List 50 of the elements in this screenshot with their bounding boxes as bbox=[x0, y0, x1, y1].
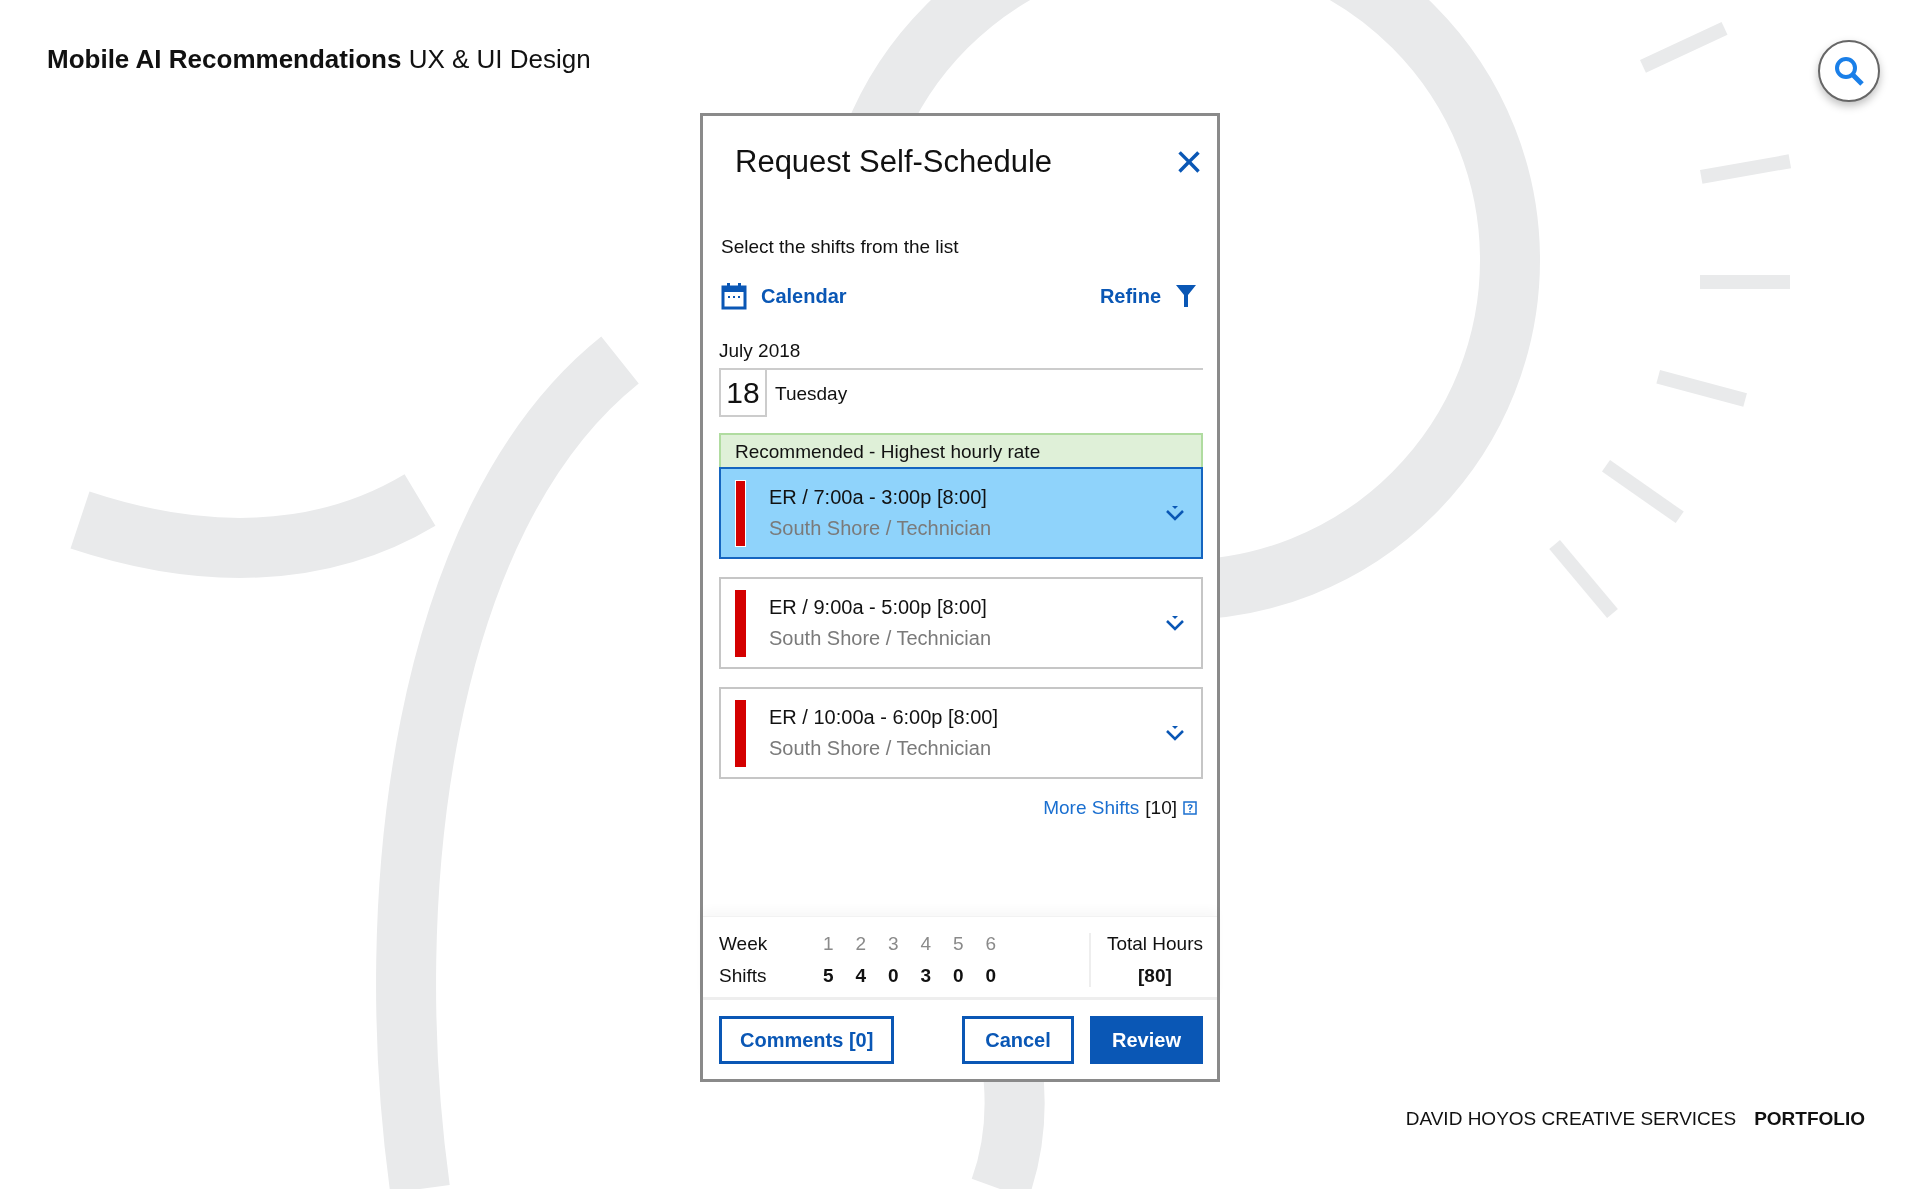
close-button[interactable]: × bbox=[1174, 142, 1203, 182]
page-title: Mobile AI Recommendations UX & UI Design bbox=[47, 44, 591, 75]
refine-link[interactable]: Refine bbox=[1099, 284, 1197, 308]
calendar-icon bbox=[721, 282, 747, 310]
week-number: 6 bbox=[985, 933, 998, 955]
shift-location: South Shore / Technician bbox=[769, 737, 992, 760]
week-label: Week bbox=[719, 933, 769, 955]
instruction-text: Select the shifts from the list bbox=[720, 235, 960, 258]
dialog-title: Request Self-Schedule bbox=[735, 144, 1053, 180]
search-button[interactable] bbox=[1818, 40, 1880, 102]
chevron-down-icon[interactable] bbox=[1165, 505, 1185, 521]
shift-card[interactable]: ER / 10:00a - 6:00p [8:00] South Shore / Technician bbox=[719, 687, 1203, 779]
help-icon[interactable] bbox=[1183, 801, 1197, 815]
shift-count: 4 bbox=[855, 965, 868, 987]
total-hours-value: [80] bbox=[1138, 965, 1172, 987]
shift-count: 0 bbox=[888, 965, 900, 987]
week-number: 2 bbox=[855, 933, 868, 955]
month-label: July 2018 bbox=[719, 310, 1203, 370]
portfolio-label: PORTFOLIO bbox=[1754, 1108, 1865, 1130]
more-shifts-count: [10] bbox=[1145, 797, 1177, 819]
shift-count: 5 bbox=[823, 965, 835, 987]
week-number: 5 bbox=[953, 933, 965, 955]
shift-time: ER / 10:00a - 6:00p [8:00] bbox=[769, 706, 1000, 729]
shift-time: ER / 7:00a - 3:00p [8:00] bbox=[769, 486, 988, 509]
search-icon bbox=[1832, 54, 1866, 88]
shift-card[interactable]: ER / 9:00a - 5:00p [8:00] South Shore / Technician bbox=[719, 577, 1203, 669]
total-hours-label: Total Hours bbox=[1106, 933, 1203, 955]
shift-count: 0 bbox=[985, 965, 998, 987]
shifts-label: Shifts bbox=[719, 965, 768, 987]
studio-name: DAVID HOYOS CREATIVE SERVICES bbox=[1405, 1108, 1737, 1130]
shift-count: 3 bbox=[920, 965, 933, 987]
more-shifts-link[interactable]: More Shifts bbox=[1043, 797, 1140, 819]
outline-button[interactable]: Cancel bbox=[962, 1016, 1074, 1064]
recommendation-banner: Recommended - Highest hourly rate bbox=[719, 433, 1203, 467]
chevron-down-icon[interactable] bbox=[1165, 615, 1185, 631]
chevron-down-icon[interactable] bbox=[1165, 725, 1185, 741]
shift-location: South Shore / Technician bbox=[769, 517, 992, 540]
week-number: 4 bbox=[920, 933, 933, 955]
week-number: 3 bbox=[888, 933, 900, 955]
shift-time: ER / 9:00a - 5:00p [8:00] bbox=[769, 596, 988, 619]
week-number: 1 bbox=[823, 933, 835, 955]
weekday-label: Tuesday bbox=[774, 382, 848, 405]
shift-location: South Shore / Technician bbox=[769, 627, 992, 650]
outline-button[interactable]: Comments [0] bbox=[719, 1016, 895, 1064]
shift-card[interactable]: ER / 7:00a - 3:00p [8:00] South Shore / Technician bbox=[719, 467, 1203, 559]
primary-button[interactable]: Review bbox=[1090, 1016, 1203, 1064]
calendar-link[interactable]: Calendar bbox=[721, 282, 847, 310]
day-number: 18 bbox=[719, 370, 767, 417]
shift-count: 0 bbox=[953, 965, 965, 987]
filter-icon bbox=[1175, 284, 1197, 308]
